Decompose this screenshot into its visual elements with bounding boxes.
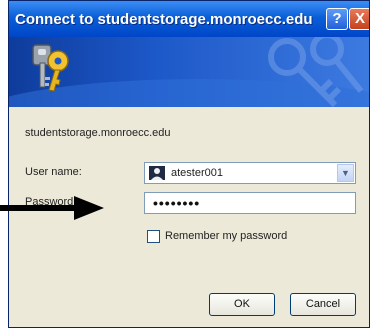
remember-password-checkbox[interactable] bbox=[147, 230, 160, 243]
user-name-combobox[interactable]: atester001 ▼ bbox=[144, 162, 356, 184]
password-field[interactable]: •••••••• bbox=[144, 192, 356, 214]
remember-password-label[interactable]: Remember my password bbox=[165, 230, 287, 242]
connect-dialog: Connect to studentstorage.monroecc.edu ?… bbox=[8, 0, 370, 328]
close-button[interactable]: X bbox=[349, 8, 369, 30]
dialog-title: Connect to studentstorage.monroecc.edu bbox=[15, 11, 313, 28]
keys-watermark-icon bbox=[268, 37, 364, 107]
user-name-value: atester001 bbox=[171, 167, 223, 179]
user-name-label: User name: bbox=[25, 166, 82, 178]
banner bbox=[9, 37, 369, 107]
ok-button[interactable]: OK bbox=[209, 293, 275, 316]
title-bar[interactable]: Connect to studentstorage.monroecc.edu ?… bbox=[9, 1, 369, 37]
password-value: •••••••• bbox=[153, 195, 201, 211]
cancel-button[interactable]: Cancel bbox=[290, 293, 356, 316]
chevron-down-icon[interactable]: ▼ bbox=[337, 164, 354, 182]
arrow-right-icon bbox=[0, 196, 104, 220]
help-button[interactable]: ? bbox=[326, 8, 348, 30]
server-name: studentstorage.monroecc.edu bbox=[25, 127, 171, 139]
user-avatar-icon bbox=[149, 166, 165, 180]
keys-icon bbox=[32, 44, 69, 92]
